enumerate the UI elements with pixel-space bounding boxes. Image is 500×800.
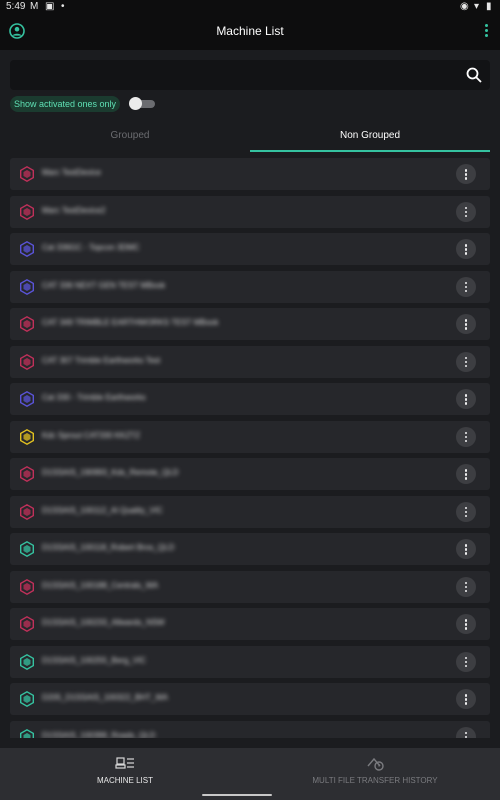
machine-name: Marc TestDevice — [42, 168, 101, 177]
dot-icon: • — [61, 1, 65, 12]
machine-status-icon — [20, 728, 35, 738]
machine-row[interactable]: D1SSAIS_100188_Centrals_WA — [10, 570, 490, 603]
machine-name: D1SSAIS_100188_Centrals_WA — [42, 580, 159, 590]
machine-options-icon[interactable] — [456, 276, 476, 297]
app-bar: Machine List — [0, 14, 500, 50]
machine-name: Marc TestDevice2 — [42, 205, 106, 215]
machine-status-icon — [20, 428, 35, 445]
machine-row[interactable]: Cat 330 - Trimble Earthworks — [10, 383, 490, 415]
machine-status-icon — [20, 466, 35, 482]
tab-grouped[interactable]: Grouped — [10, 120, 250, 150]
gesture-bar — [202, 794, 272, 796]
notification-icon: ▣ — [45, 1, 55, 12]
search-icon[interactable] — [466, 67, 482, 83]
machine-status-icon — [20, 278, 35, 295]
overflow-menu-icon[interactable] — [484, 24, 488, 38]
activated-only-toggle[interactable] — [129, 97, 155, 110]
machine-row[interactable]: Marc TestDevice2 — [10, 195, 490, 228]
machine-name: D1SSAIS_100255_Berg_VIC — [42, 655, 147, 665]
nav-multi-file-transfer-history[interactable]: MULTI FILE TRANSFER HISTORY — [250, 748, 500, 800]
machine-options-icon[interactable] — [456, 539, 476, 559]
page-title: Machine List — [216, 24, 284, 38]
nav-label-machine-list: MACHINE LIST — [96, 776, 153, 785]
machine-name: CAT 307 Trimble Earthworks Test — [42, 355, 161, 365]
machine-options-icon[interactable] — [456, 164, 476, 184]
machine-row[interactable]: D1SSAIS_190993_Kds_Remote_QLD — [10, 458, 490, 490]
machine-options-icon[interactable] — [456, 239, 476, 259]
machine-options-icon[interactable] — [456, 464, 476, 484]
machine-status-icon — [20, 241, 35, 257]
machine-options-icon[interactable] — [456, 614, 476, 634]
activated-filter-chip: Show activated ones only — [10, 96, 120, 112]
machine-row[interactable]: Kdc Sprout CAT330 KKZTZ — [10, 420, 490, 453]
machine-name: D1SSAIS_100399_Roads_QLD — [42, 730, 156, 739]
machine-name: CAT 336 NEXT GEN TEST MBook — [42, 280, 166, 290]
machine-name: D1SSAIS_190993_Kds_Remote_QLD — [42, 468, 179, 477]
machine-status-icon — [20, 691, 35, 707]
machine-list: Marc TestDevice Marc TestDevice2 Cat 336GC… — [10, 158, 490, 738]
machine-status-icon — [20, 578, 35, 595]
gmail-icon: M — [30, 1, 39, 12]
location-icon: ◉ — [460, 1, 469, 12]
machine-options-icon[interactable] — [456, 351, 476, 372]
machine-name: D1SSAIS_100118_Robert Bros_QLD — [42, 543, 175, 552]
machine-status-icon — [20, 203, 35, 220]
status-time: 5:49 — [6, 1, 26, 12]
machine-name: D205_D1SSAIS_100322_BHT_WA — [42, 693, 168, 702]
machine-status-icon — [20, 166, 35, 182]
machine-row[interactable]: D1SSAIS_100255_Berg_VIC — [10, 645, 490, 678]
machine-name: D1SSAIS_100112_Al Quality_VIC — [42, 505, 163, 515]
machine-name: Kdc Sprout CAT330 KKZTZ — [42, 430, 141, 440]
nav-label-transfer-history: MULTI FILE TRANSFER HISTORY — [312, 776, 438, 785]
machine-options-icon[interactable] — [456, 726, 476, 738]
wifi-icon: ▾ — [474, 1, 480, 12]
machine-options-icon[interactable] — [456, 426, 476, 447]
machine-row[interactable]: D1SSAIS_100118_Robert Bros_QLD — [10, 533, 490, 565]
tab-non-grouped[interactable]: Non Grouped — [250, 120, 490, 150]
machine-options-icon[interactable] — [456, 314, 476, 334]
machine-options-icon[interactable] — [456, 201, 476, 222]
machine-name: Cat 330 - Trimble Earthworks — [42, 393, 146, 402]
machine-name: Cat 336GC - Topcon 3DMC — [42, 243, 140, 252]
machine-options-icon[interactable] — [456, 651, 476, 672]
machine-row[interactable]: CAT 349 TRIMBLE EARTHWORKS TEST MBook — [10, 308, 490, 340]
machine-status-icon — [20, 391, 35, 407]
machine-name: CAT 349 TRIMBLE EARTHWORKS TEST MBook — [42, 318, 219, 327]
machine-status-icon — [20, 616, 35, 632]
tab-indicator — [250, 150, 490, 152]
tab-bar: Grouped Non Grouped — [10, 120, 490, 152]
machine-options-icon[interactable] — [456, 689, 476, 709]
machine-row[interactable]: D1SSAIS_100112_Al Quality_VIC — [10, 495, 490, 528]
machine-options-icon[interactable] — [456, 389, 476, 409]
search-field[interactable] — [10, 60, 490, 90]
transfer-history-icon — [367, 757, 384, 771]
machine-status-icon — [20, 541, 35, 557]
status-bar: 5:49 M ▣ • ◉ ▾ ▮ — [0, 0, 500, 14]
machine-row[interactable]: Marc TestDevice — [10, 158, 490, 190]
machine-status-icon — [20, 653, 35, 670]
machine-row[interactable]: CAT 307 Trimble Earthworks Test — [10, 345, 490, 378]
machine-options-icon[interactable] — [456, 576, 476, 597]
machine-row[interactable]: Cat 336GC - Topcon 3DMC — [10, 233, 490, 265]
machine-status-icon — [20, 316, 35, 332]
machine-row[interactable]: D1SSAIS_100399_Roads_QLD — [10, 720, 490, 739]
machine-list-icon — [115, 757, 134, 769]
machine-status-icon — [20, 353, 35, 370]
machine-status-icon — [20, 503, 35, 520]
bottom-navigation: MACHINE LIST MULTI FILE TRANSFER HISTORY — [0, 748, 500, 800]
machine-row[interactable]: D205_D1SSAIS_100322_BHT_WA — [10, 683, 490, 715]
nav-machine-list[interactable]: MACHINE LIST — [0, 748, 250, 800]
machine-options-icon[interactable] — [456, 501, 476, 522]
battery-icon: ▮ — [486, 1, 492, 12]
machine-name: D1SSAIS_100233_Allwards_NSW — [42, 618, 165, 627]
machine-row[interactable]: CAT 336 NEXT GEN TEST MBook — [10, 270, 490, 303]
machine-row[interactable]: D1SSAIS_100233_Allwards_NSW — [10, 608, 490, 640]
